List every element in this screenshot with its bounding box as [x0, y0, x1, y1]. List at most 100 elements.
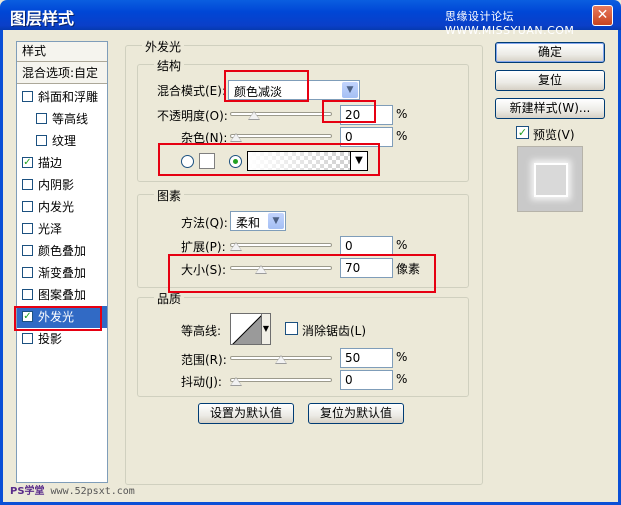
contour-checkbox[interactable]: [36, 113, 47, 124]
noise-slider[interactable]: [230, 130, 332, 144]
style-item-inner-shadow[interactable]: 内阴影: [17, 174, 107, 196]
anti-alias-checkbox[interactable]: [285, 322, 298, 335]
style-item-label: 颜色叠加: [38, 244, 87, 258]
slider-track: [230, 378, 332, 382]
blending-options[interactable]: 混合选项:自定: [17, 62, 107, 84]
styles-header[interactable]: 样式: [17, 42, 107, 62]
glow-color-swatch[interactable]: [199, 153, 215, 169]
outer-glow-checkbox[interactable]: ✓: [22, 311, 33, 322]
preview-checkbox[interactable]: ✓: [516, 126, 529, 139]
window-frame-left: [0, 30, 3, 505]
size-input[interactable]: 70: [340, 258, 393, 278]
range-slider[interactable]: [230, 352, 332, 366]
range-input[interactable]: 50: [340, 348, 393, 368]
technique-select[interactable]: 柔和 ▼: [230, 211, 286, 231]
slider-track: [230, 112, 332, 116]
style-item-label: 图案叠加: [38, 288, 87, 302]
texture-checkbox[interactable]: [36, 135, 47, 146]
noise-input[interactable]: 0: [340, 127, 393, 147]
contour-picker[interactable]: [230, 313, 262, 345]
style-item-label: 内发光: [38, 200, 75, 214]
range-label: 范围(R):: [181, 353, 227, 367]
satin-checkbox[interactable]: [22, 223, 33, 234]
style-item-color-overlay[interactable]: 颜色叠加: [17, 240, 107, 262]
glow-gradient-swatch[interactable]: [247, 151, 351, 171]
style-item-gradient-overlay[interactable]: 渐变叠加: [17, 262, 107, 284]
style-item-satin[interactable]: 光泽: [17, 218, 107, 240]
noise-label: 杂色(N):: [181, 131, 228, 145]
slider-thumb[interactable]: [230, 377, 242, 386]
chevron-down-icon: ▼: [342, 82, 358, 98]
spread-label: 扩展(P):: [181, 240, 226, 254]
opacity-label: 不透明度(O):: [157, 109, 228, 123]
pattern-overlay-checkbox[interactable]: [22, 289, 33, 300]
spread-input[interactable]: 0: [340, 236, 393, 256]
slider-track: [230, 243, 332, 247]
size-slider[interactable]: [230, 262, 332, 276]
style-item-bevel-emboss[interactable]: 斜面和浮雕: [17, 86, 107, 108]
jitter-input[interactable]: 0: [340, 370, 393, 390]
percent-sign: %: [396, 350, 408, 364]
style-item-label: 内阴影: [38, 178, 75, 192]
stroke-checkbox[interactable]: ✓: [22, 157, 33, 168]
inner-shadow-checkbox[interactable]: [22, 179, 33, 190]
reset-default-button[interactable]: 复位为默认值: [308, 403, 404, 424]
size-unit: 像素: [396, 262, 421, 276]
inner-glow-checkbox[interactable]: [22, 201, 33, 212]
style-item-stroke[interactable]: ✓ 描边: [17, 152, 107, 174]
style-item-label: 外发光: [38, 310, 75, 324]
slider-thumb[interactable]: [275, 355, 287, 364]
style-item-label: 斜面和浮雕: [38, 90, 99, 104]
style-item-outer-glow[interactable]: ✓ 外发光: [17, 306, 107, 328]
style-item-contour[interactable]: 等高线: [17, 108, 107, 130]
slider-thumb[interactable]: [255, 265, 268, 274]
chevron-down-icon[interactable]: ▼: [350, 151, 368, 171]
technique-value: 柔和: [236, 216, 261, 230]
preview-swatch: [534, 163, 568, 197]
close-button[interactable]: ✕: [592, 5, 613, 26]
gradient-overlay-checkbox[interactable]: [22, 267, 33, 278]
style-item-texture[interactable]: 纹理: [17, 130, 107, 152]
style-item-label: 纹理: [52, 134, 77, 148]
percent-sign: %: [396, 129, 408, 143]
solid-color-radio[interactable]: [181, 155, 194, 168]
style-item-pattern-overlay[interactable]: 图案叠加: [17, 284, 107, 306]
slider-thumb[interactable]: [248, 111, 260, 120]
window-title: 图层样式: [10, 9, 75, 28]
chevron-down-icon: ▼: [268, 213, 284, 229]
style-item-label: 投影: [38, 332, 63, 346]
opacity-slider[interactable]: [230, 108, 332, 122]
opacity-input[interactable]: 20: [340, 105, 393, 125]
blend-mode-value: 颜色减淡: [234, 85, 283, 99]
bevel-emboss-checkbox[interactable]: [22, 91, 33, 102]
slider-thumb[interactable]: [230, 133, 242, 142]
style-item-inner-glow[interactable]: 内发光: [17, 196, 107, 218]
footer-site: www.52psxt.com: [50, 486, 135, 497]
style-item-drop-shadow[interactable]: 投影: [17, 328, 107, 350]
percent-sign: %: [396, 372, 408, 386]
structure-legend: 结构: [154, 57, 185, 74]
gradient-radio[interactable]: [229, 155, 242, 168]
outer-glow-title: 外发光: [142, 38, 185, 55]
blend-mode-label: 混合模式(E):: [157, 84, 226, 98]
percent-sign: %: [396, 107, 408, 121]
technique-label: 方法(Q):: [181, 216, 228, 230]
jitter-slider[interactable]: [230, 374, 332, 388]
spread-slider[interactable]: [230, 239, 332, 253]
blend-mode-select[interactable]: 颜色减淡 ▼: [228, 80, 360, 100]
contour-label: 等高线:: [181, 324, 222, 338]
anti-alias-label: 消除锯齿(L): [302, 324, 367, 338]
footer-watermark: PS学堂 www.52psxt.com: [10, 482, 135, 497]
slider-thumb[interactable]: [230, 242, 242, 251]
chevron-down-icon[interactable]: ▼: [262, 313, 271, 345]
color-overlay-checkbox[interactable]: [22, 245, 33, 256]
ok-button[interactable]: 确定: [495, 42, 605, 63]
style-item-label: 等高线: [52, 112, 89, 126]
reset-button[interactable]: 复位: [495, 70, 605, 91]
drop-shadow-checkbox[interactable]: [22, 333, 33, 344]
new-style-button[interactable]: 新建样式(W)...: [495, 98, 605, 119]
slider-track: [230, 266, 332, 270]
style-item-label: 渐变叠加: [38, 266, 87, 280]
close-icon: ✕: [596, 7, 609, 23]
make-default-button[interactable]: 设置为默认值: [198, 403, 294, 424]
